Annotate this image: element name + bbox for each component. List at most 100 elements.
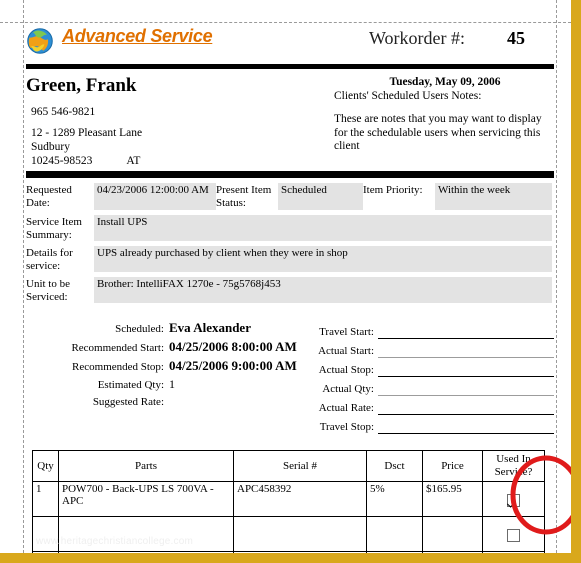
margin-guide-right xyxy=(556,0,557,553)
service-summary-value: Install UPS xyxy=(94,215,552,241)
scheduled-label: Scheduled: xyxy=(115,323,164,335)
notes-date: Tuesday, May 09, 2006 xyxy=(389,76,501,88)
actual-qty-input[interactable] xyxy=(378,380,554,396)
scheduling-right-column: Travel Start: Actual Start: Actual Stop:… xyxy=(298,320,554,434)
travel-start-label: Travel Start: xyxy=(319,326,374,338)
actual-qty-label: Actual Qty: xyxy=(322,383,374,395)
travel-stop-input[interactable] xyxy=(378,418,554,434)
requested-date-value: 04/23/2006 12:00:00 AM xyxy=(94,183,216,210)
cell-qty xyxy=(32,551,59,553)
scheduling-section: Scheduled: Eva Alexander Recommended Sta… xyxy=(26,320,554,434)
header-rule xyxy=(26,64,554,69)
travel-start-row: Travel Start: xyxy=(298,320,554,339)
table-row: 1 POW700 - Back-UPS LS 700VA - APC APC45… xyxy=(32,481,545,517)
recommended-start-row: Recommended Start: 04/25/2006 8:00:00 AM xyxy=(26,339,298,358)
estimated-qty-value: 1 xyxy=(169,377,175,391)
document-page: Advanced Service Workorder #: 45 Green, … xyxy=(0,0,571,553)
workorder-number: 45 xyxy=(507,28,525,48)
present-status-value: Scheduled xyxy=(278,183,363,210)
cell-price: $165.95 xyxy=(422,481,483,517)
recommended-start-value: 04/25/2006 8:00:00 AM xyxy=(169,339,297,354)
unit-label: Unit to be Serviced: xyxy=(26,278,70,303)
column-header-price: Price xyxy=(422,450,483,482)
watermark-text: www.heritagechristiancollege.com xyxy=(36,536,194,547)
field-row-unit: Unit to be Serviced: Brother: IntelliFAX… xyxy=(26,277,554,303)
cell-dsct: 5% xyxy=(366,481,423,517)
cell-price xyxy=(422,516,483,552)
globe-icon xyxy=(27,28,53,54)
cell-qty: 1 xyxy=(32,481,59,517)
details-value: UPS already purchased by client when the… xyxy=(94,246,552,272)
present-status-label: Present Item Status: xyxy=(216,184,272,209)
service-summary-label: Service Item Summary: xyxy=(26,216,82,241)
column-header-qty: Qty xyxy=(32,450,59,482)
details-label: Details for service: xyxy=(26,247,73,272)
recommended-stop-value: 04/25/2006 9:00:00 AM xyxy=(169,358,297,373)
travel-start-input[interactable] xyxy=(378,323,554,339)
cell-dsct xyxy=(366,551,423,553)
column-header-dsct: Dsct xyxy=(366,450,423,482)
actual-stop-label: Actual Stop: xyxy=(318,364,374,376)
recommended-start-label: Recommended Start: xyxy=(71,342,164,354)
actual-stop-row: Actual Stop: xyxy=(298,358,554,377)
cell-serial: APC458392 xyxy=(233,481,367,517)
client-block: Green, Frank 965 546-9821 12 - 1289 Plea… xyxy=(26,75,326,168)
parts-table-header-row: Qty Parts Serial # Dsct Price Used In Se… xyxy=(32,450,545,482)
actual-start-label: Actual Start: xyxy=(318,345,374,357)
estimated-qty-row: Estimated Qty: 1 xyxy=(26,377,298,396)
cell-used-in-service xyxy=(482,481,545,517)
document-header: Advanced Service Workorder #: 45 xyxy=(24,23,556,63)
client-state: AT xyxy=(126,155,141,167)
field-row-summary: Service Item Summary: Install UPS xyxy=(26,215,554,241)
actual-start-row: Actual Start: xyxy=(298,339,554,358)
suggested-rate-label: Suggested Rate: xyxy=(92,396,164,408)
notes-body: These are notes that you may want to dis… xyxy=(334,113,542,152)
notes-block: Tuesday, May 09, 2006 Clients' Scheduled… xyxy=(334,76,556,154)
estimated-qty-label: Estimated Qty: xyxy=(97,379,164,391)
client-name: Green, Frank xyxy=(26,75,137,96)
column-header-serial: Serial # xyxy=(233,450,367,482)
notes-title: Clients' Scheduled Users Notes: xyxy=(334,90,482,102)
client-address-line1: 12 - 1289 Pleasant Lane xyxy=(31,127,143,139)
client-phone: 965 546-9821 xyxy=(31,106,96,118)
field-row-details: Details for service: UPS already purchas… xyxy=(26,246,554,272)
actual-stop-input[interactable] xyxy=(378,361,554,377)
column-header-parts: Parts xyxy=(58,450,234,482)
cell-price xyxy=(422,551,483,553)
document-content: Advanced Service Workorder #: 45 Green, … xyxy=(24,23,571,553)
actual-rate-label: Actual Rate: xyxy=(318,402,374,414)
requested-date-label: Requested Date: xyxy=(26,184,72,209)
item-priority-label: Item Priority: xyxy=(363,184,423,196)
cell-parts xyxy=(58,551,234,553)
unit-value: Brother: IntelliFAX 1270e - 75g5768j453 xyxy=(94,277,552,303)
used-in-service-checkbox[interactable] xyxy=(507,529,520,542)
document-viewport: Advanced Service Workorder #: 45 Green, … xyxy=(0,0,581,563)
field-row-requested: Requested Date: 04/23/2006 12:00:00 AM P… xyxy=(26,183,554,210)
actual-start-input[interactable] xyxy=(378,342,554,358)
travel-stop-row: Travel Stop: xyxy=(298,415,554,434)
recommended-stop-row: Recommended Stop: 04/25/2006 9:00:00 AM xyxy=(26,358,298,377)
actual-rate-input[interactable] xyxy=(378,399,554,415)
actual-qty-row: Actual Qty: xyxy=(298,377,554,396)
client-postal: 10245-98523 xyxy=(31,155,93,167)
cell-dsct xyxy=(366,516,423,552)
cell-used-in-service xyxy=(482,516,545,552)
cell-serial xyxy=(233,551,367,553)
used-in-service-checkbox[interactable] xyxy=(507,494,520,507)
scheduled-row: Scheduled: Eva Alexander xyxy=(26,320,298,339)
actual-rate-row: Actual Rate: xyxy=(298,396,554,415)
client-postal-state: 10245-98523 AT xyxy=(31,154,326,168)
client-section-rule xyxy=(26,171,554,178)
client-city: Sudbury xyxy=(31,141,70,153)
cell-serial xyxy=(233,516,367,552)
scheduled-value: Eva Alexander xyxy=(169,320,251,335)
suggested-rate-row: Suggested Rate: xyxy=(26,396,298,415)
item-priority-value: Within the week xyxy=(435,183,552,210)
cell-used-in-service xyxy=(482,551,545,553)
detail-fields: Requested Date: 04/23/2006 12:00:00 AM P… xyxy=(26,183,554,308)
table-row xyxy=(32,551,545,553)
brand-name: Advanced Service xyxy=(62,26,213,46)
workorder-label: Workorder #: xyxy=(369,28,466,48)
column-header-used-in-service: Used In Service? xyxy=(482,450,545,482)
